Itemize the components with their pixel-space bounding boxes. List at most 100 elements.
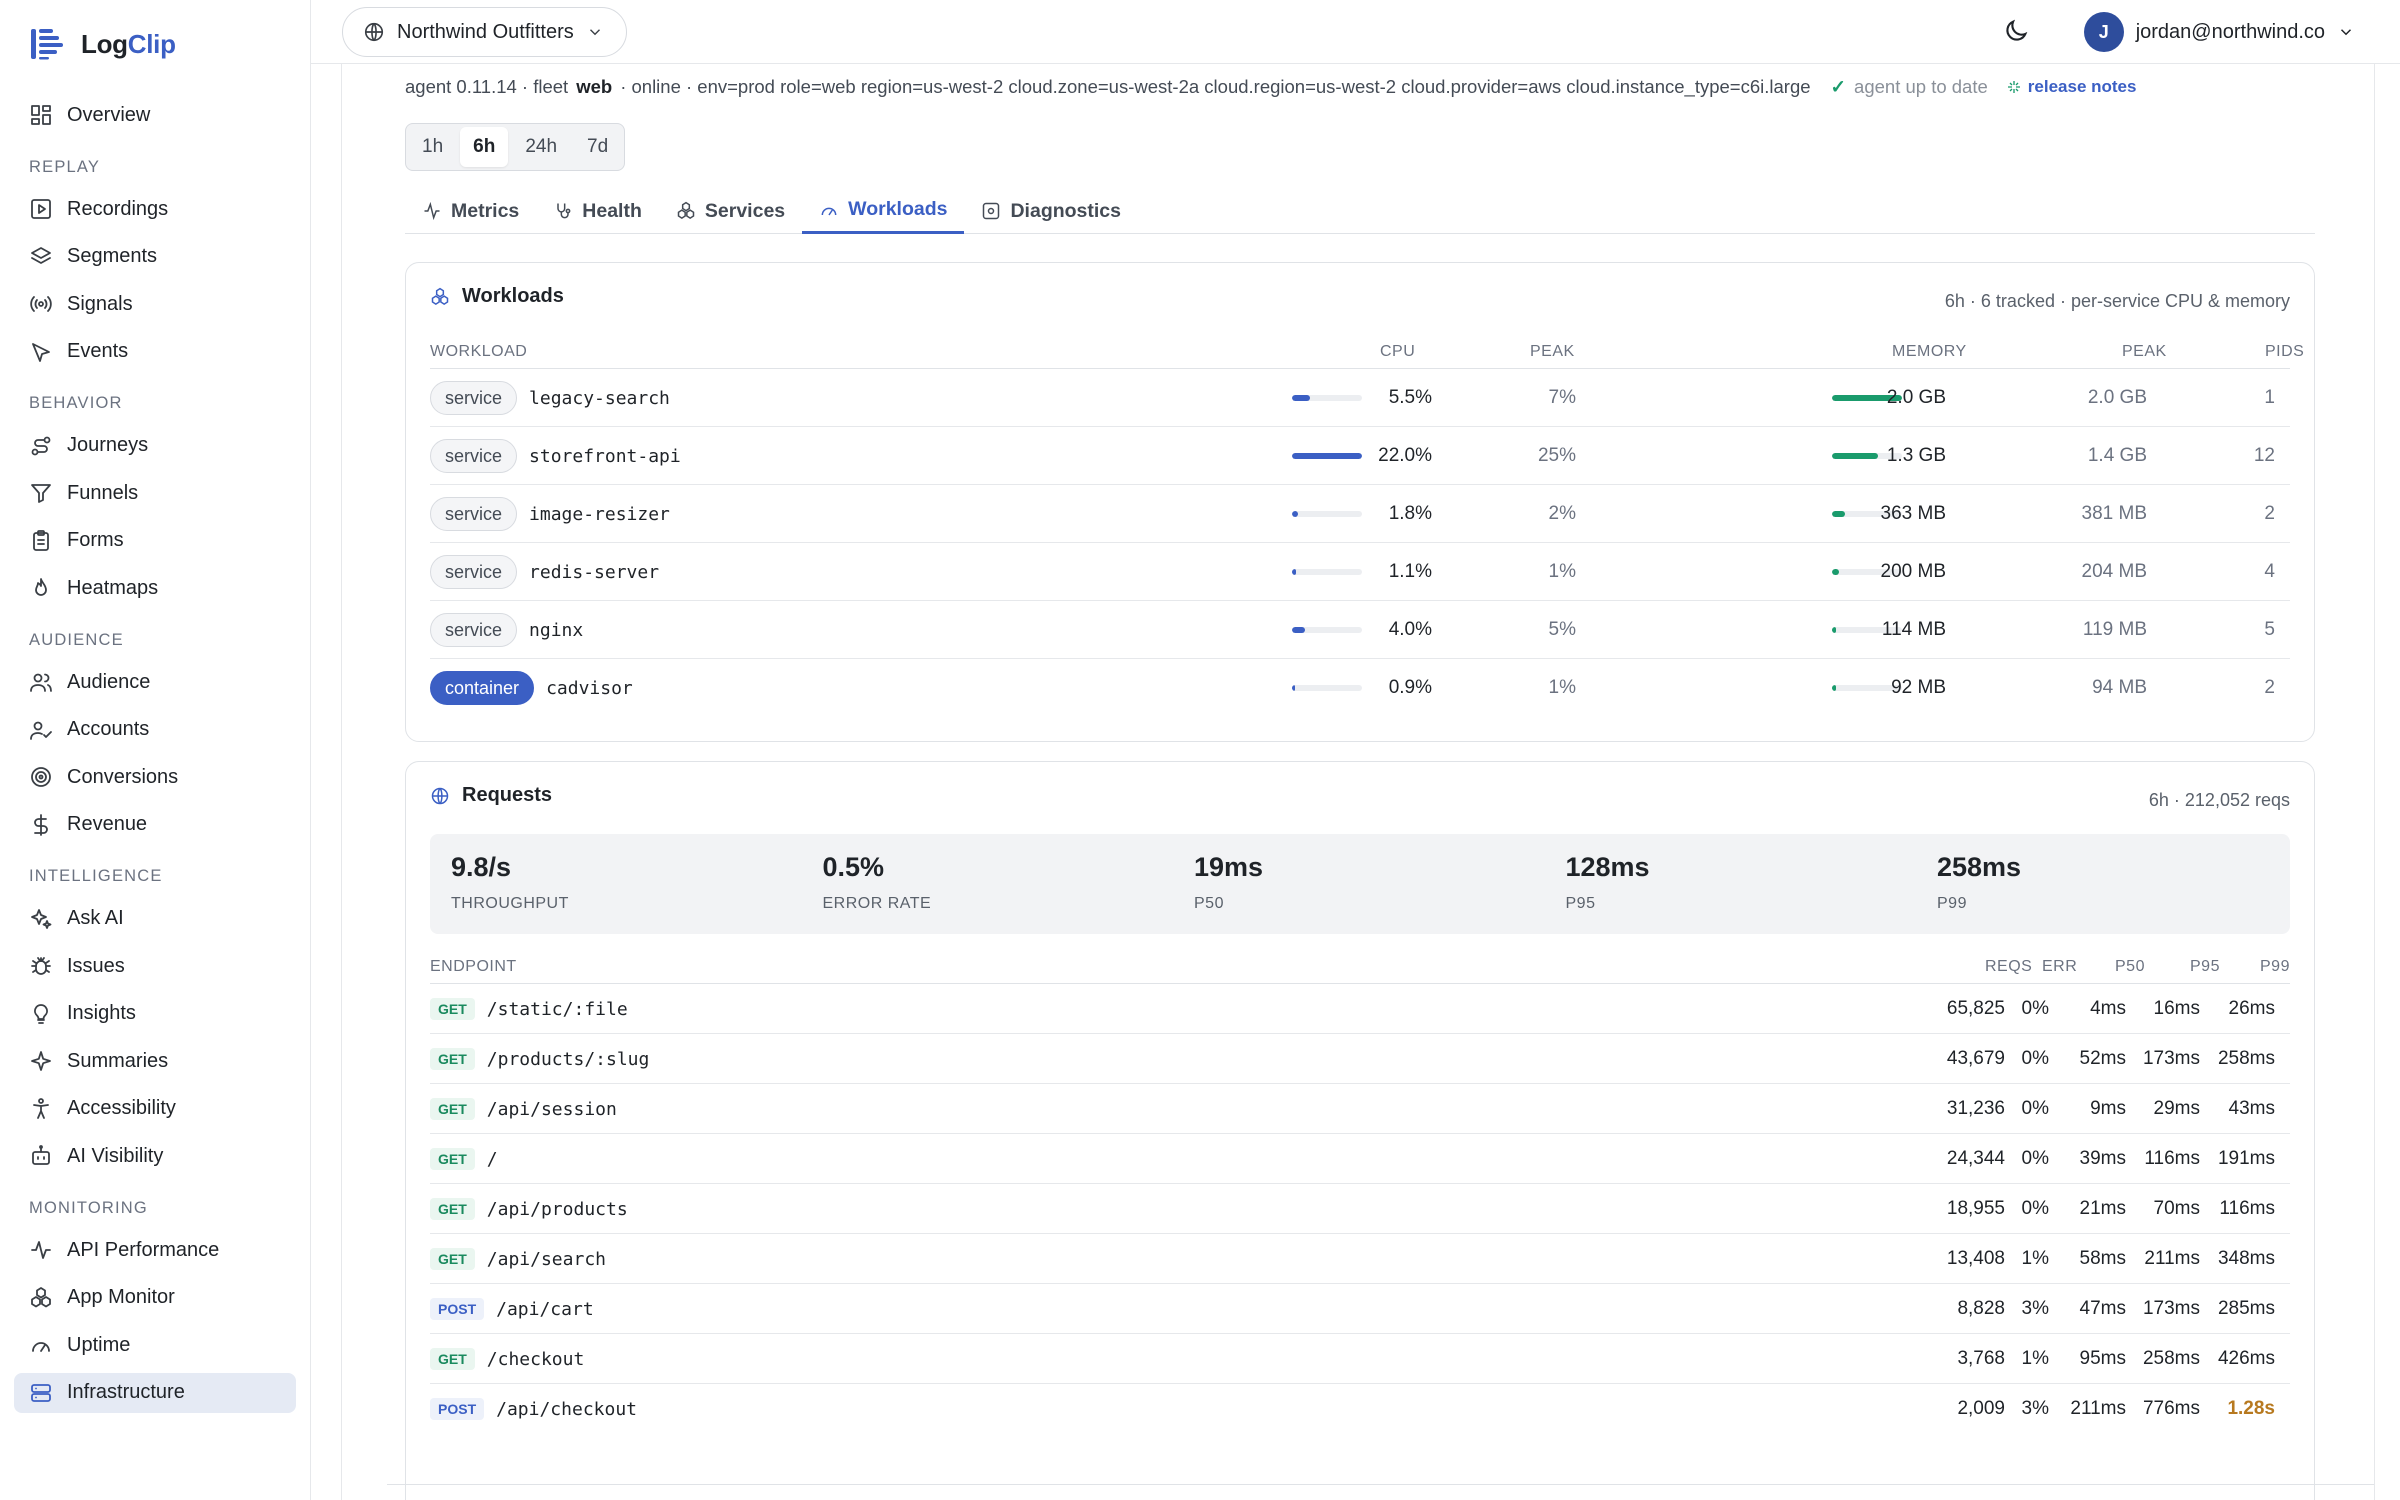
- workloads-card: Workloads 6h · 6 tracked · per-service C…: [405, 262, 2315, 742]
- table-row[interactable]: POST/api/checkout 2,009 3% 211ms 776ms 1.28s: [430, 1384, 2290, 1434]
- table-row[interactable]: GET/api/session 31,236 0% 9ms 29ms 43ms: [430, 1084, 2290, 1134]
- app-logo[interactable]: LogClip: [29, 22, 176, 66]
- sidebar-item-label: Segments: [67, 245, 158, 267]
- tab-workloads[interactable]: Workloads: [802, 188, 965, 234]
- sidebar-item-events[interactable]: Events: [14, 332, 296, 372]
- cpu-peak: 2%: [1548, 503, 1576, 524]
- sidebar-item-audience[interactable]: Audience: [14, 662, 296, 702]
- endpoint-path: /: [486, 1148, 498, 1170]
- sparkles-icon: [2007, 81, 2020, 93]
- err-value: 0%: [2021, 1098, 2049, 1119]
- sidebar-item-label: Signals: [67, 292, 133, 315]
- range-24h[interactable]: 24h: [512, 127, 570, 167]
- table-row[interactable]: GET/checkout 3,768 1% 95ms 258ms 426ms: [430, 1334, 2290, 1384]
- workload-name: nginx: [529, 619, 584, 641]
- sidebar-item-signals[interactable]: Signals: [14, 284, 296, 324]
- release-notes-link[interactable]: release notes: [2006, 77, 2136, 97]
- table-row[interactable]: service redis-server 1.1% 1% 200 MB 204 MB 4: [430, 543, 2290, 601]
- cpu-bar: [1292, 395, 1362, 401]
- table-row[interactable]: service nginx 4.0% 5% 114 MB 119 MB 5: [430, 601, 2290, 659]
- sidebar-item-label: Conversions: [67, 765, 179, 788]
- sidebar-item-label: Recordings: [67, 197, 169, 220]
- range-7d[interactable]: 7d: [574, 127, 621, 167]
- globe-icon: [364, 22, 384, 42]
- sidebar-item-ask-ai[interactable]: Ask AI: [14, 899, 296, 939]
- sidebar-item-label: Infrastructure: [67, 1381, 185, 1403]
- sidebar-item-conversions[interactable]: Conversions: [14, 757, 296, 797]
- sidebar-item-app-monitor[interactable]: App Monitor: [14, 1278, 296, 1318]
- org-switcher[interactable]: Northwind Outfitters: [342, 7, 627, 57]
- tab-services[interactable]: Services: [659, 188, 802, 234]
- sparkles-icon: [31, 908, 52, 929]
- sidebar-item-insights[interactable]: Insights: [14, 994, 296, 1034]
- play-square-icon: [31, 199, 51, 219]
- cpu-bar-fill: [1292, 569, 1296, 575]
- sidebar-item-accessibility[interactable]: Accessibility: [14, 1089, 296, 1129]
- sidebar-item-heatmaps[interactable]: Heatmaps: [14, 568, 296, 608]
- grid-icon: [31, 105, 51, 125]
- range-6h[interactable]: 6h: [460, 127, 509, 167]
- sidebar-item-recordings[interactable]: Recordings: [14, 189, 296, 229]
- memory-value: 200 MB: [1880, 561, 1946, 582]
- broadcast-icon: [30, 296, 52, 312]
- tab-diagnostics[interactable]: Diagnostics: [964, 188, 1138, 234]
- agent-uptodate: agent up to date: [1854, 76, 1988, 97]
- sidebar-item-accounts[interactable]: Accounts: [14, 710, 296, 750]
- stat-value: 258ms: [1937, 852, 2022, 882]
- sidebar-item-segments[interactable]: Segments: [14, 237, 296, 277]
- reqs-value: 31,236: [1946, 1098, 2005, 1119]
- workload-cell: service legacy-search: [430, 369, 670, 427]
- table-row[interactable]: POST/api/cart 8,828 3% 47ms 173ms 285ms: [430, 1284, 2290, 1334]
- p99-value: 43ms: [2228, 1098, 2275, 1119]
- sidebar-item-overview[interactable]: Overview: [14, 95, 296, 135]
- sidebar-item-forms[interactable]: Forms: [14, 521, 296, 561]
- p99-value: 1.28s: [2227, 1398, 2275, 1419]
- table-row[interactable]: GET/api/search 13,408 1% 58ms 211ms 348ms: [430, 1234, 2290, 1284]
- table-row[interactable]: GET/static/:file 65,825 0% 4ms 16ms 26ms: [430, 984, 2290, 1034]
- http-method-badge: GET: [430, 1098, 475, 1120]
- table-row[interactable]: service image-resizer 1.8% 2% 363 MB 381 MB 2: [430, 485, 2290, 543]
- err-value: 3%: [2021, 1398, 2049, 1419]
- theme-toggle-button[interactable]: [2002, 17, 2032, 47]
- sidebar-item-ai-visibility[interactable]: AI Visibility: [14, 1136, 296, 1176]
- cpu-value: 5.5%: [1388, 387, 1432, 408]
- sidebar-item-revenue[interactable]: Revenue: [14, 805, 296, 845]
- tab-metrics[interactable]: Metrics: [405, 188, 536, 234]
- sidebar-item-journeys[interactable]: Journeys: [14, 426, 296, 466]
- table-row[interactable]: GET/products/:slug 43,679 0% 52ms 173ms 258ms: [430, 1034, 2290, 1084]
- sidebar-item-funnels[interactable]: Funnels: [14, 473, 296, 513]
- workload-kind-badge: service: [430, 613, 518, 647]
- stat-value: 0.5%: [822, 852, 885, 882]
- table-row[interactable]: GET / 24,344 0% 39ms 116ms 191ms: [430, 1134, 2290, 1184]
- endpoint-path: /api/search: [486, 1248, 606, 1270]
- tab-label: Workloads: [848, 198, 948, 220]
- nav-sections: REPLAY Recordings Segments Signals Events BEH…: [14, 155, 296, 1413]
- cpu-value: 4.0%: [1388, 619, 1432, 640]
- workload-cell: service image-resizer: [430, 485, 670, 543]
- table-row[interactable]: container cadvisor 0.9% 1% 92 MB 94 MB 2: [430, 659, 2290, 717]
- range-1h[interactable]: 1h: [409, 127, 456, 167]
- tab-health[interactable]: Health: [536, 188, 659, 234]
- sidebar-item-issues[interactable]: Issues: [14, 946, 296, 986]
- p95-value: 29ms: [2153, 1098, 2200, 1119]
- sidebar-section-title: MONITORING: [29, 1198, 148, 1217]
- table-row[interactable]: service storefront-api 22.0% 25% 1.3 GB 1.4 G…: [430, 427, 2290, 485]
- cpu-peak: 7%: [1548, 387, 1576, 408]
- sidebar-item-summaries[interactable]: Summaries: [14, 1041, 296, 1081]
- users-icon: [30, 673, 52, 692]
- table-row[interactable]: GET/api/products 18,955 0% 21ms 70ms 116ms: [430, 1184, 2290, 1234]
- sidebar-item-uptime[interactable]: Uptime: [14, 1325, 296, 1365]
- sidebar-item-infrastructure[interactable]: Infrastructure: [14, 1372, 296, 1413]
- p99-value: 26ms: [2228, 998, 2275, 1019]
- cpu-peak: 25%: [1537, 445, 1576, 466]
- globe-icon: [431, 787, 449, 804]
- chevron-down-icon: [2340, 29, 2352, 36]
- sidebar-item-api-performance[interactable]: API Performance: [14, 1230, 296, 1270]
- top-bar: Northwind Outfitters J jordan@northwind.…: [311, 0, 2400, 64]
- user-menu[interactable]: J jordan@northwind.co: [2083, 12, 2355, 52]
- table-row[interactable]: service legacy-search 5.5% 7% 2.0 GB 2.0 GB 1: [430, 369, 2290, 427]
- cpu-bar-fill: [1292, 395, 1310, 401]
- endpoint-path: /api/checkout: [496, 1398, 638, 1420]
- cpu-value: 22.0%: [1378, 445, 1432, 466]
- sidebar-section-title: AUDIENCE: [29, 630, 124, 649]
